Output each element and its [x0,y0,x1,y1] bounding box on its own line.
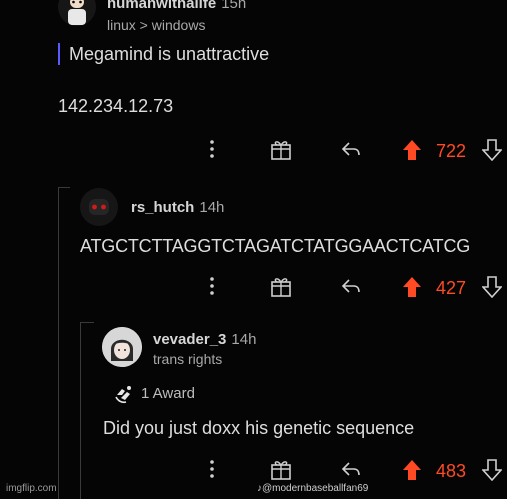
reply-arrow-icon[interactable] [340,137,362,161]
avatar-illustration-icon [58,0,96,26]
comment-timestamp: 15h [221,0,247,12]
reply-arrow-icon[interactable] [340,274,362,298]
comment-action-bar: 722 [200,137,507,167]
gift-icon[interactable] [270,457,292,481]
upvote-arrow-icon[interactable] [402,139,422,161]
quote-bar [58,43,60,65]
quoted-text: Megamind is unattractive [69,44,270,64]
avatar-rs-hutch[interactable] [80,188,118,226]
username-text[interactable]: humanwithalife [107,0,216,12]
comment-timestamp: 14h [231,331,257,348]
more-vertical-icon[interactable] [208,457,216,481]
user-flair: linux > windows [107,17,206,33]
comment-body: Did you just doxx his genetic sequence [103,418,415,438]
vote-count: 427 [436,278,467,298]
comment-body: 142.234.12.73 [58,96,174,116]
comment-username[interactable]: humanwithalife 15h [107,0,246,12]
downvote-arrow-icon[interactable] [482,459,502,481]
comment-timestamp: 14h [199,199,225,216]
more-vertical-icon[interactable] [208,274,216,298]
thread-line-connector [80,322,94,323]
reddit-comment-thread: humanwithalife 15h linux > windows Megami… [0,0,507,499]
tiktok-watermark: ♪@modernbaseballfan69 [257,483,368,494]
tiktok-handle: @modernbaseballfan69 [262,483,369,494]
upvote-arrow-icon[interactable] [402,459,422,481]
downvote-arrow-icon[interactable] [482,139,502,161]
upvote-arrow-icon[interactable] [402,276,422,298]
comment-body: ATGCTCTTAGGTCTAGATCTATGGAACTCATCG [80,236,471,256]
comment-action-bar: 427 [200,274,507,304]
user-flair: trans rights [153,351,223,367]
award-icon [113,383,135,410]
vote-count: 483 [436,461,467,481]
avatar-illustration-icon [102,327,142,367]
avatar-vevader-3[interactable] [102,327,142,367]
username-text[interactable]: vevader_3 [153,331,226,348]
comment-username[interactable]: vevader_3 14h [153,331,256,348]
vote-count: 722 [436,141,467,161]
thread-line-connector [58,187,70,188]
gift-icon[interactable] [270,137,292,161]
imgflip-watermark: imgflip.com [6,483,57,494]
downvote-arrow-icon[interactable] [482,276,502,298]
gift-icon[interactable] [270,274,292,298]
more-vertical-icon[interactable] [208,137,216,161]
reply-arrow-icon[interactable] [340,457,362,481]
award-count: 1 Award [141,385,195,402]
thread-line[interactable] [58,187,59,499]
avatar-humanwithalife[interactable] [58,0,96,26]
comment-username[interactable]: rs_hutch 14h [131,199,224,216]
username-text[interactable]: rs_hutch [131,199,194,216]
robot-avatar-icon [80,188,118,226]
thread-line[interactable] [80,322,81,499]
